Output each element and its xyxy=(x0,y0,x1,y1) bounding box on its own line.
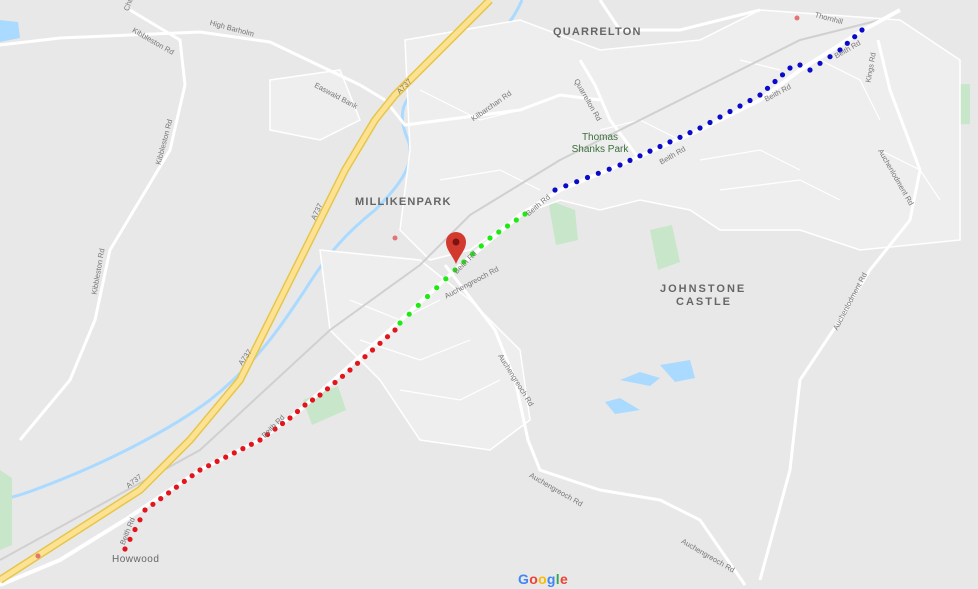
route-red-dot xyxy=(354,360,361,366)
route-blue-dot xyxy=(637,153,643,159)
route-blue-dot xyxy=(667,139,673,145)
route-blue-dot xyxy=(584,174,591,181)
route-blue-dot xyxy=(737,103,743,109)
route-blue-dot xyxy=(727,108,733,115)
route-blue-dot xyxy=(859,27,865,33)
route-blue-dot xyxy=(606,166,612,172)
rail-station-marker xyxy=(794,15,800,21)
route-red-dot xyxy=(231,450,237,456)
route-green-dot xyxy=(478,243,484,249)
route-blue-dot xyxy=(717,114,723,120)
route-blue-dot xyxy=(817,60,823,66)
route-blue-dot xyxy=(687,130,693,136)
route-red-dot xyxy=(158,496,164,502)
route-blue-dot xyxy=(563,183,569,189)
route-red-dot xyxy=(166,490,172,496)
park-label: Thomas Shanks Park xyxy=(565,132,635,156)
route-red-dot xyxy=(309,397,316,403)
rail-station-marker xyxy=(35,553,41,559)
route-red-dots xyxy=(122,327,398,552)
route-blue-dot xyxy=(807,67,813,73)
route-green-dot xyxy=(496,229,502,235)
route-blue-dot xyxy=(647,148,653,154)
route-red-dot xyxy=(189,473,195,479)
route-blue-dot xyxy=(677,134,683,140)
route-red-dot xyxy=(257,437,263,443)
place-label-millikenpark: MILLIKENPARK xyxy=(355,196,452,208)
route-blue-dot xyxy=(779,72,786,78)
route-red-dot xyxy=(369,347,376,353)
route-red-dot xyxy=(223,454,229,460)
route-green-dot xyxy=(443,276,449,282)
route-blue-dot xyxy=(747,97,753,104)
rail-station-marker xyxy=(392,235,398,241)
route-red-dot xyxy=(206,463,212,469)
route-red-dot xyxy=(181,478,187,484)
place-label-quarrelton: QUARRELTON xyxy=(553,26,642,38)
route-blue-dot xyxy=(627,157,633,163)
route-green-dot xyxy=(504,223,511,229)
route-red-dot xyxy=(197,467,203,473)
route-green-dot xyxy=(424,293,431,300)
route-red-dot xyxy=(377,340,383,346)
route-red-dot xyxy=(324,386,331,392)
map-base xyxy=(0,0,970,587)
route-green-dot xyxy=(487,235,493,241)
route-red-dot xyxy=(317,392,323,398)
route-red-dot xyxy=(287,415,293,421)
route-red-dot xyxy=(332,379,338,386)
route-red-dot xyxy=(240,446,246,452)
route-green-dot xyxy=(513,217,519,223)
route-red-dot xyxy=(384,334,391,340)
park-label-line1: Thomas xyxy=(581,132,619,143)
route-blue-dot xyxy=(697,125,703,131)
route-blue-dot xyxy=(657,143,663,150)
route-red-dot xyxy=(137,517,143,523)
route-red-dot xyxy=(347,367,353,373)
route-red-dot xyxy=(302,402,308,408)
route-red-dot xyxy=(150,501,156,507)
route-red-dot xyxy=(142,507,148,513)
place-label-howwood: Howwood xyxy=(112,554,160,565)
route-red-dot xyxy=(214,458,220,464)
route-blue-dot xyxy=(827,54,833,60)
map-view[interactable]: QUARRELTON MILLIKENPARK JOHNSTONE CASTLE… xyxy=(0,0,978,589)
route-green-dot xyxy=(397,320,403,326)
google-logo: Google xyxy=(518,571,569,587)
route-blue-dot xyxy=(574,179,580,185)
water-body xyxy=(0,20,20,42)
route-blue-dot xyxy=(787,65,793,71)
route-blue-dot xyxy=(797,62,803,68)
route-blue-dot xyxy=(595,170,601,176)
route-red-dot xyxy=(339,373,346,379)
route-blue-dot xyxy=(764,85,771,91)
route-red-dot xyxy=(392,327,398,333)
route-green-dot xyxy=(434,285,440,291)
route-blue-dot xyxy=(552,187,558,193)
route-red-dot xyxy=(248,441,254,447)
route-green-dot xyxy=(415,302,421,308)
route-blue-dot xyxy=(772,78,778,85)
route-red-dot xyxy=(362,354,368,360)
route-red-dot xyxy=(294,408,301,415)
route-green-dot xyxy=(406,311,412,317)
place-label-johnstone: JOHNSTONE xyxy=(660,283,747,295)
park-label-line2: Shanks Park xyxy=(571,144,629,155)
route-blue-dot xyxy=(707,119,713,126)
route-blue-dot xyxy=(617,162,623,168)
route-red-dot xyxy=(173,484,179,490)
ponds xyxy=(605,360,695,414)
place-label-castle: CASTLE xyxy=(676,296,732,308)
route-red-dot xyxy=(122,546,128,552)
